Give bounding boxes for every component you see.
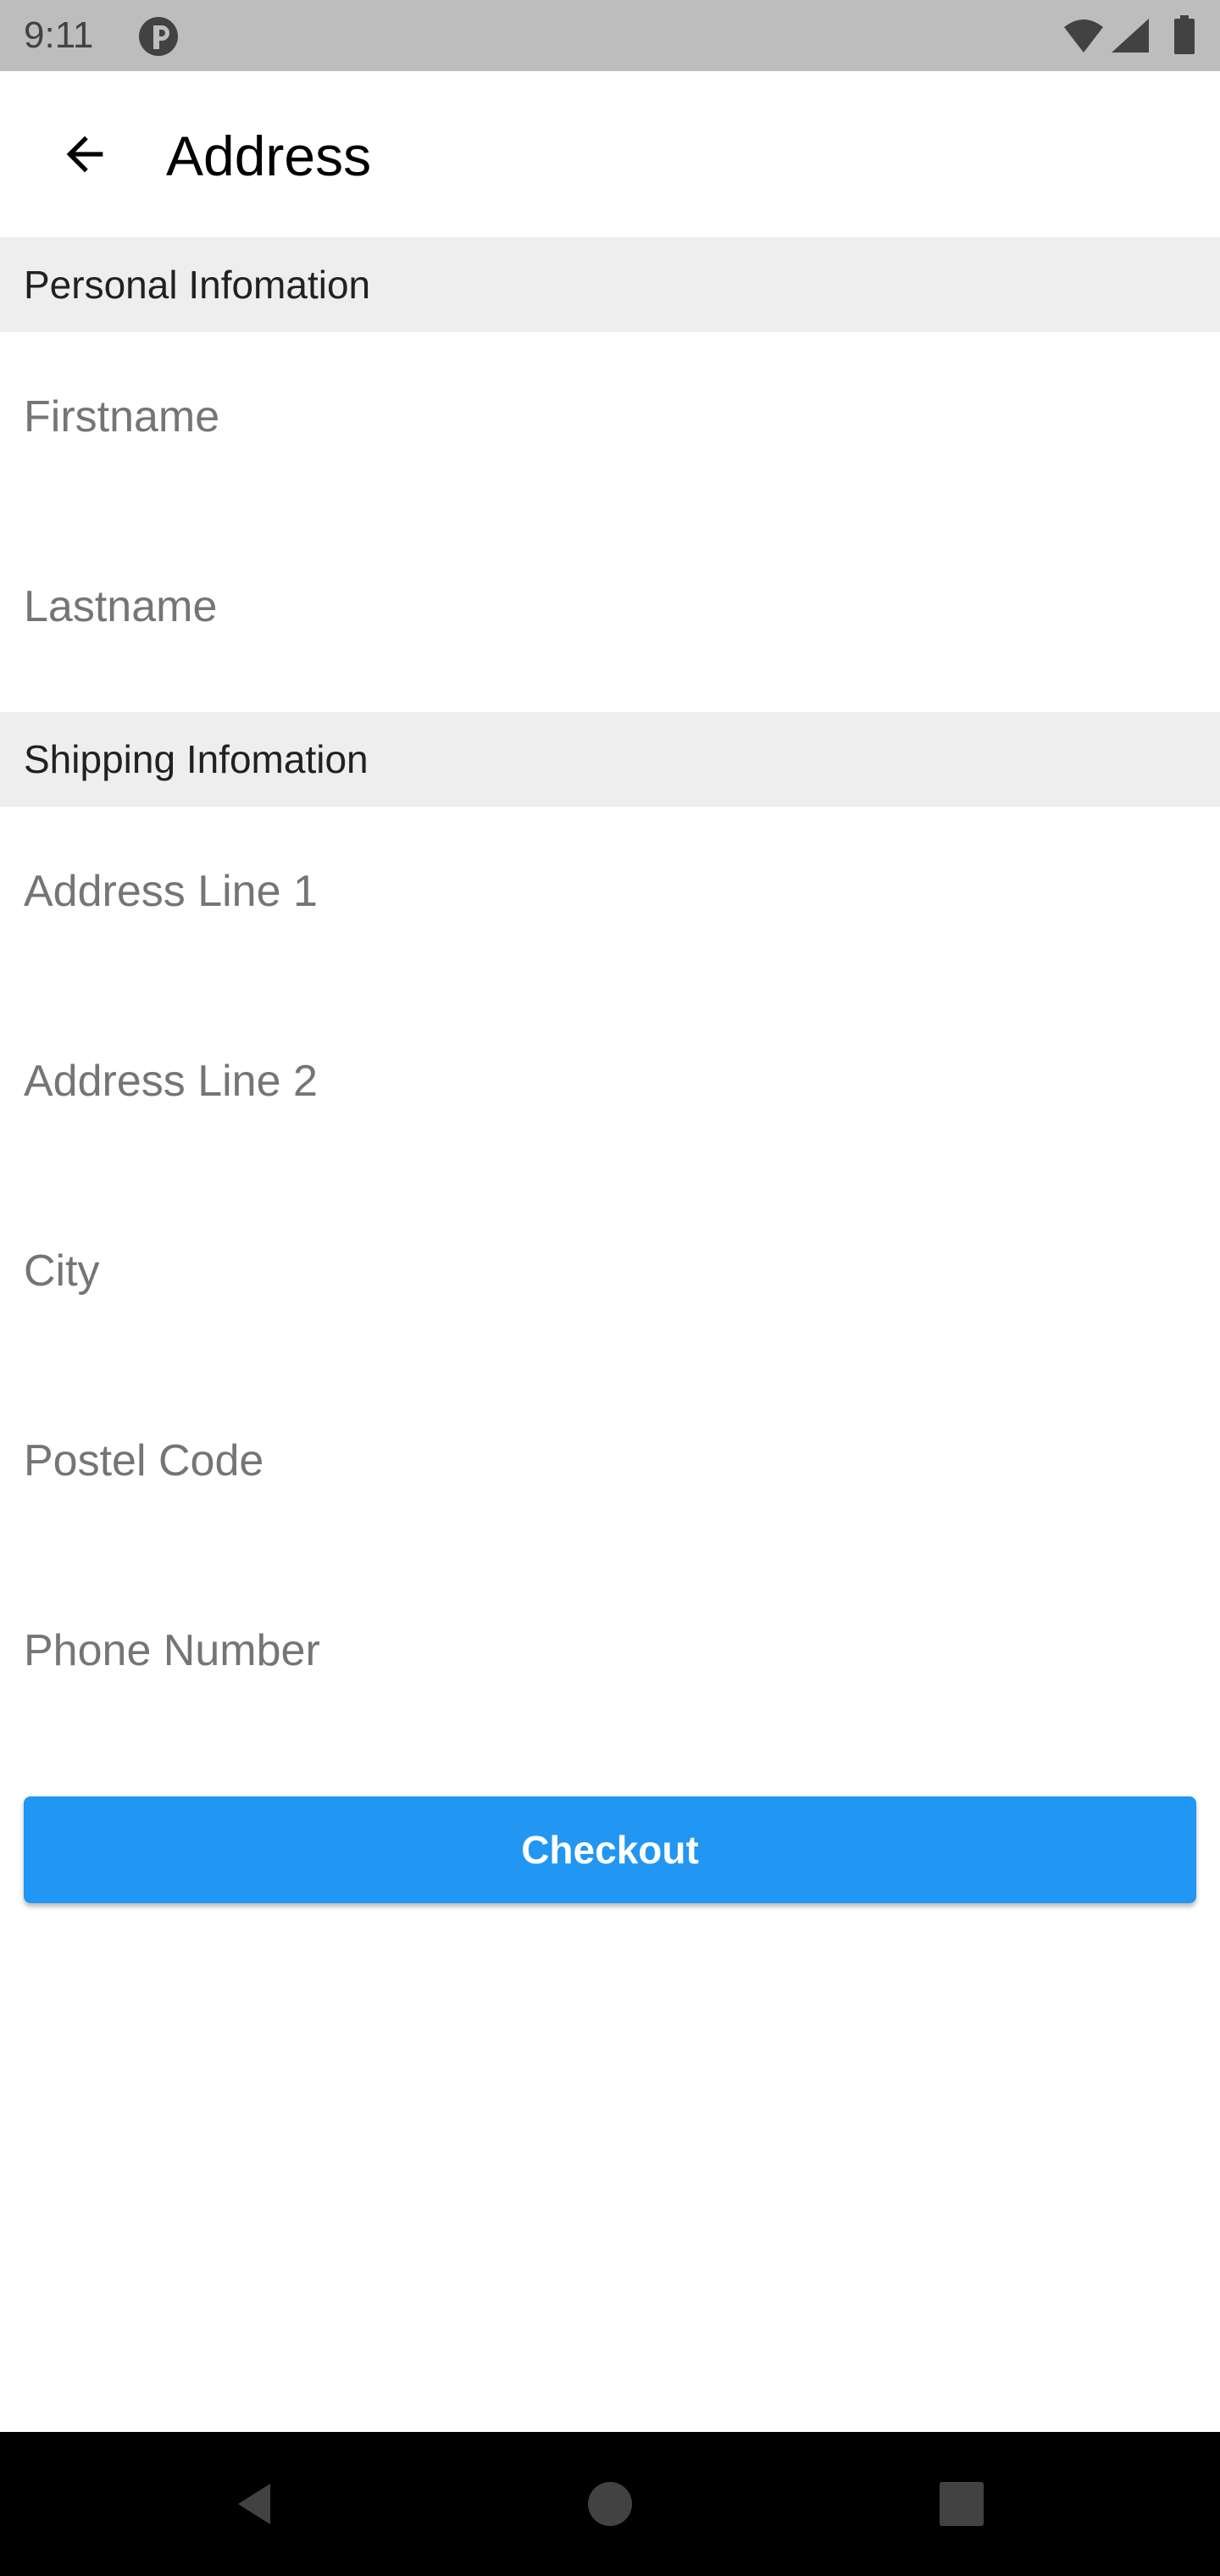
- firstname-input[interactable]: [24, 376, 1196, 458]
- section-header-personal: Personal Infomation: [0, 237, 1220, 332]
- postal-code-input[interactable]: [24, 1420, 1196, 1502]
- lastname-field: [0, 522, 1220, 712]
- lastname-input[interactable]: [24, 566, 1196, 647]
- recents-square-icon: [940, 2482, 984, 2526]
- section-title-personal: Personal Infomation: [24, 263, 371, 307]
- section-title-shipping: Shipping Infomation: [24, 737, 369, 781]
- cellular-signal-icon: [1112, 19, 1149, 53]
- home-circle-icon: [588, 2482, 632, 2526]
- status-bar: 9:11: [0, 0, 1220, 71]
- navigation-bar: [0, 2432, 1220, 2576]
- app-bar: Address: [0, 71, 1220, 237]
- city-field: [0, 1186, 1220, 1376]
- city-input[interactable]: [24, 1230, 1196, 1312]
- status-time: 9:11: [24, 14, 94, 56]
- arrow-back-icon: [66, 136, 103, 173]
- address-line-1-field: [0, 807, 1220, 997]
- page-title: Address: [166, 125, 372, 187]
- nav-home-button[interactable]: [572, 2466, 648, 2542]
- checkout-button[interactable]: Checkout: [24, 1796, 1196, 1903]
- back-button[interactable]: [44, 114, 125, 195]
- back-triangle-icon: [238, 2484, 270, 2524]
- nav-recents-button[interactable]: [923, 2466, 1000, 2542]
- nav-back-button[interactable]: [217, 2466, 293, 2542]
- phone-number-field: [0, 1566, 1220, 1756]
- address-line-2-field: [0, 997, 1220, 1186]
- postal-code-field: [0, 1376, 1220, 1566]
- address-line-1-input[interactable]: [24, 851, 1196, 932]
- battery-icon: [1174, 15, 1195, 54]
- app-notification-icon: [139, 17, 178, 56]
- phone-number-input[interactable]: [24, 1610, 1196, 1691]
- address-line-2-input[interactable]: [24, 1041, 1196, 1122]
- firstname-field: [0, 332, 1220, 522]
- section-header-shipping: Shipping Infomation: [0, 712, 1220, 807]
- wifi-icon: [1064, 19, 1103, 53]
- address-screen: 9:11 Address Personal Infomation Firstna…: [0, 0, 1220, 2576]
